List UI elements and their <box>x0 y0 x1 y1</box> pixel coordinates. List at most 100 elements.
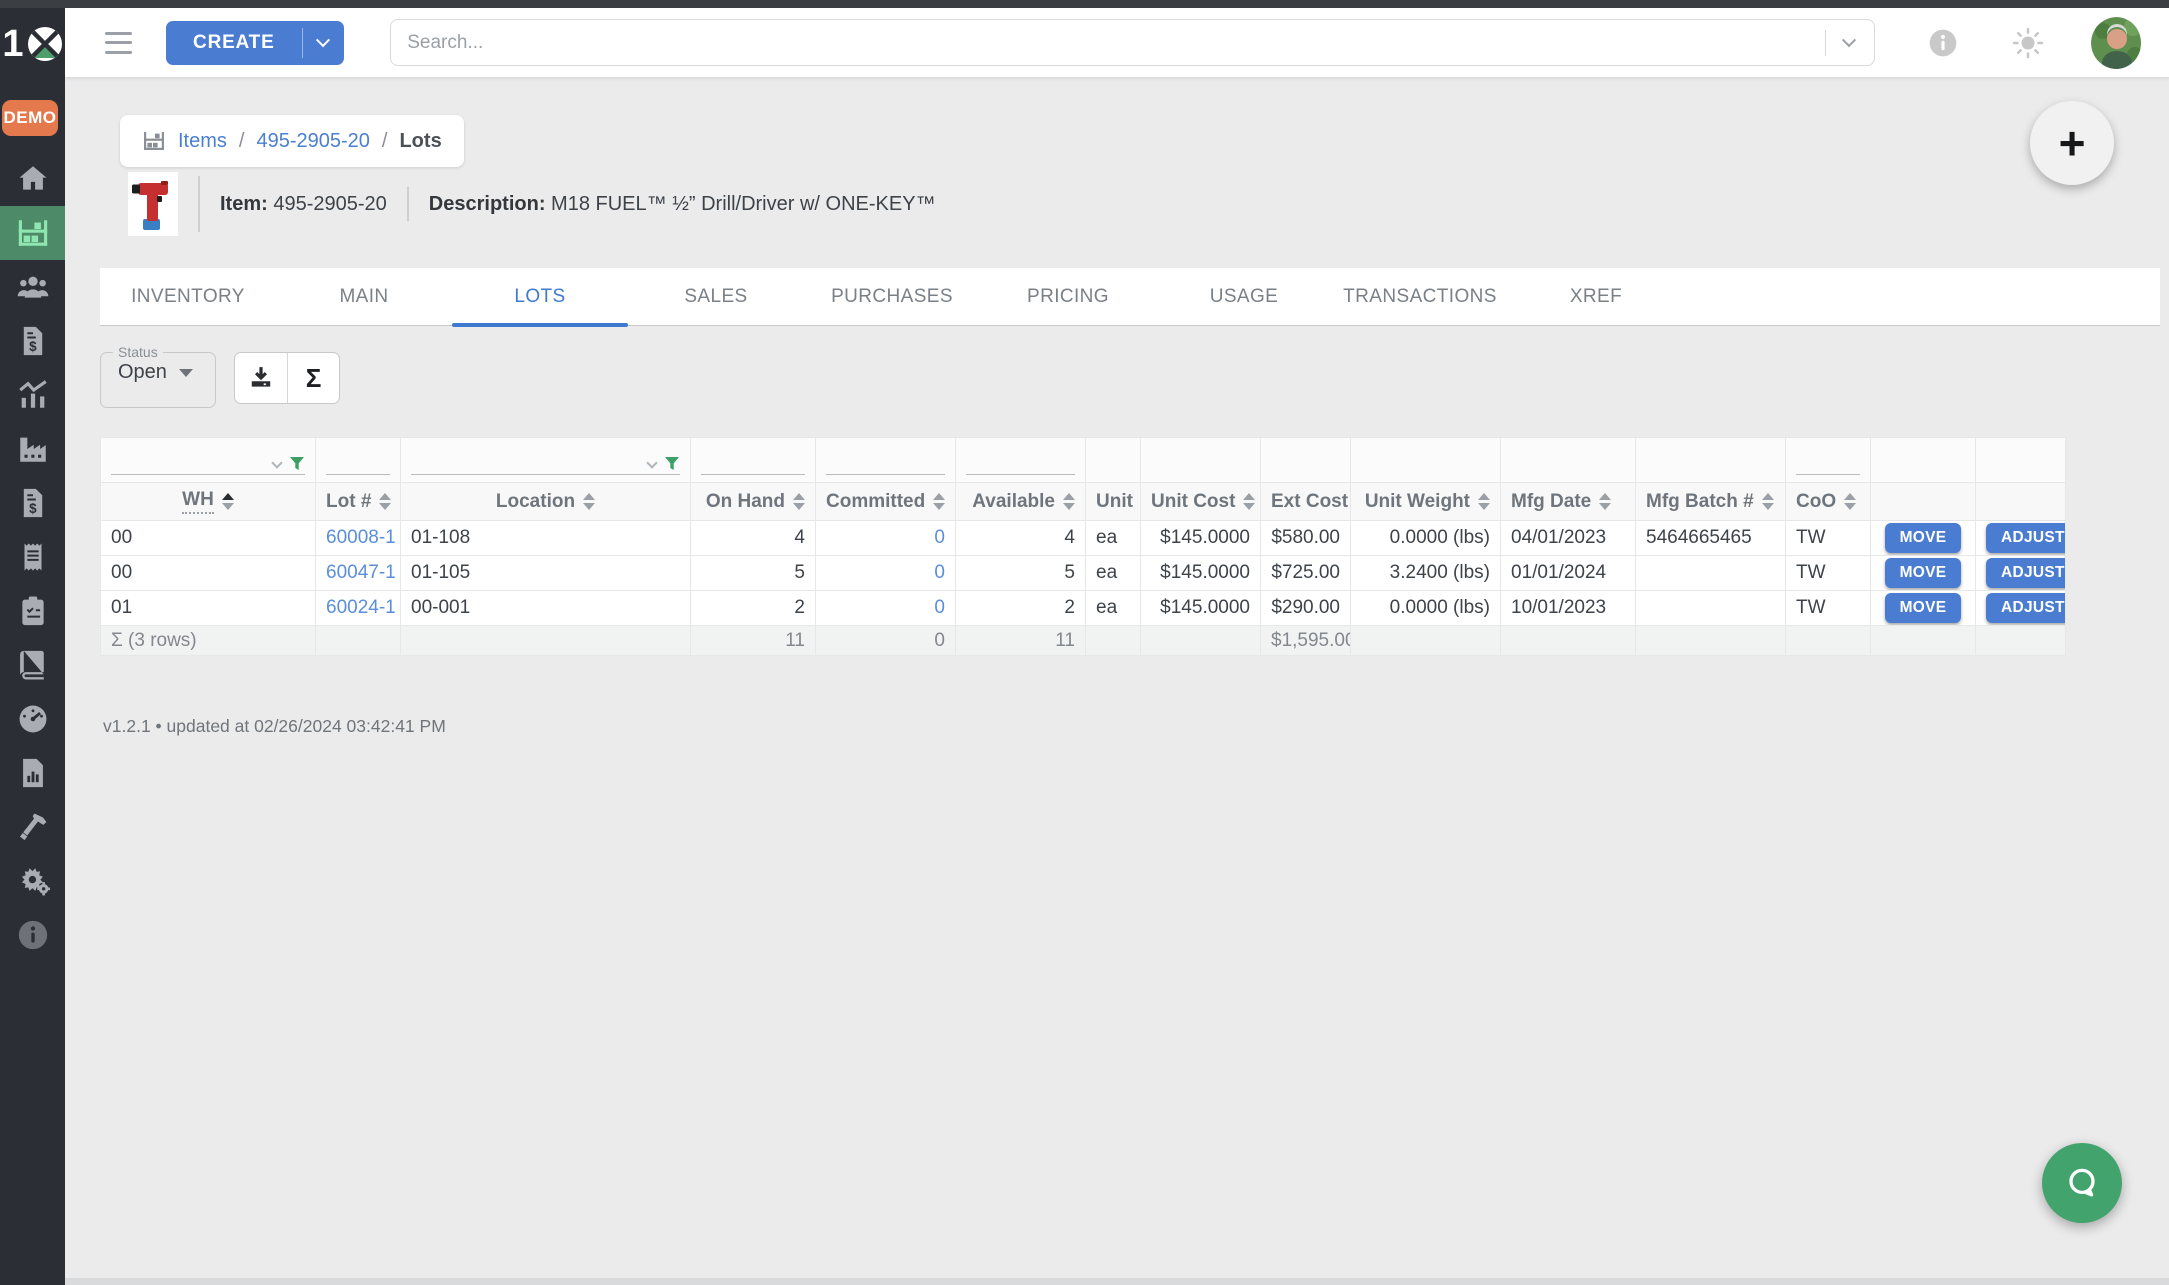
tab-lots[interactable]: LOTS <box>452 268 628 325</box>
menu-icon[interactable] <box>105 32 132 54</box>
cell-ext-cost: $580.00 <box>1261 521 1351 556</box>
col-header-wh[interactable]: WH <box>182 489 234 514</box>
col-header-mfg-batch[interactable]: Mfg Batch # <box>1646 491 1774 513</box>
status-label: Status <box>113 344 163 360</box>
theme-toggle-button[interactable] <box>2011 26 2045 60</box>
breadcrumb-item-link[interactable]: 495-2905-20 <box>256 130 369 153</box>
lot-link[interactable]: 60047-1 <box>326 562 396 583</box>
tab-inventory[interactable]: INVENTORY <box>100 268 276 325</box>
col-header-lot[interactable]: Lot # <box>326 491 391 513</box>
chevron-down-icon[interactable] <box>646 457 657 468</box>
cell-on-hand: 5 <box>691 556 816 591</box>
summary-label: Σ (3 rows) <box>101 626 316 656</box>
cell-mfg-date: 04/01/2023 <box>1501 521 1636 556</box>
product-thumbnail[interactable] <box>128 172 178 236</box>
available-filter-input[interactable] <box>966 445 1075 475</box>
tab-transactions[interactable]: TRANSACTIONS <box>1332 268 1508 325</box>
svg-text:$: $ <box>29 501 37 516</box>
sidebar-item-home[interactable] <box>0 152 65 206</box>
lots-table: WH Lot # Location On Hand Committed Avai… <box>100 437 2066 656</box>
col-header-unit-cost[interactable]: Unit Cost <box>1151 491 1255 513</box>
on-hand-filter-input[interactable] <box>701 445 805 475</box>
coo-filter-input[interactable] <box>1796 445 1860 475</box>
user-avatar[interactable] <box>2091 17 2141 69</box>
sidebar-item-settings[interactable] <box>0 854 65 908</box>
hammer-icon <box>16 810 50 844</box>
sort-icon <box>583 493 595 510</box>
sidebar-item-tools[interactable] <box>0 800 65 854</box>
lot-link[interactable]: 60008-1 <box>326 527 396 548</box>
create-button-label[interactable]: CREATE <box>166 21 302 65</box>
sum-toggle-button[interactable]: Σ <box>287 353 339 403</box>
cell-coo: TW <box>1786 521 1871 556</box>
create-button[interactable]: CREATE <box>166 21 344 65</box>
dropdown-arrow-icon <box>179 369 193 377</box>
sidebar-item-invoices[interactable]: $ <box>0 314 65 368</box>
committed-link[interactable]: 0 <box>934 597 945 618</box>
committed-filter-input[interactable] <box>826 445 945 475</box>
breadcrumb-current-page: Lots <box>399 130 441 153</box>
lot-link[interactable]: 60024-1 <box>326 597 396 618</box>
sidebar-item-ledger[interactable] <box>0 638 65 692</box>
col-header-location[interactable]: Location <box>496 491 595 513</box>
committed-link[interactable]: 0 <box>934 527 945 548</box>
item-number: 495-2905-20 <box>273 193 386 215</box>
sidebar-item-dashboard[interactable] <box>0 692 65 746</box>
lot-filter-input[interactable] <box>326 445 390 475</box>
search-dropdown-icon[interactable] <box>1842 33 1856 47</box>
cell-coo: TW <box>1786 591 1871 626</box>
cell-unit-weight: 0.0000 (lbs) <box>1351 521 1501 556</box>
cell-mfg-batch <box>1636 556 1786 591</box>
tab-xref[interactable]: XREF <box>1508 268 1684 325</box>
col-header-unit-weight[interactable]: Unit Weight <box>1365 491 1490 513</box>
col-header-committed[interactable]: Committed <box>826 491 945 513</box>
sidebar-item-about[interactable] <box>0 908 65 962</box>
wh-filter-input[interactable] <box>111 445 305 475</box>
col-header-coo[interactable]: CoO <box>1796 491 1856 513</box>
sidebar-item-contacts[interactable] <box>0 260 65 314</box>
col-header-mfg-date[interactable]: Mfg Date <box>1511 491 1611 513</box>
create-dropdown-button[interactable] <box>302 21 344 65</box>
move-button[interactable]: MOVE <box>1885 593 1962 623</box>
search-input[interactable] <box>407 32 1825 54</box>
adjust-button[interactable]: ADJUST <box>1986 593 2066 623</box>
tab-usage[interactable]: USAGE <box>1156 268 1332 325</box>
search-bar[interactable] <box>390 19 1875 66</box>
breadcrumb-items-link[interactable]: Items <box>178 130 227 153</box>
sidebar-item-tasks[interactable] <box>0 584 65 638</box>
drill-image <box>131 175 175 233</box>
sidebar-item-inventory[interactable] <box>0 206 65 260</box>
committed-link[interactable]: 0 <box>934 562 945 583</box>
filter-funnel-icon[interactable] <box>289 457 305 471</box>
tab-purchases[interactable]: PURCHASES <box>804 268 980 325</box>
item-header: Item: 495-2905-20 Description: M18 FUEL™… <box>128 172 936 236</box>
inventory-rack-icon <box>16 216 50 250</box>
adjust-button[interactable]: ADJUST <box>1986 523 2066 553</box>
add-button[interactable]: + <box>2030 101 2114 185</box>
summary-row: Σ (3 rows) 11 0 11 $1,595.00 <box>101 626 2066 656</box>
app-logo[interactable]: 1 <box>0 22 65 66</box>
chevron-down-icon[interactable] <box>271 457 282 468</box>
move-button[interactable]: MOVE <box>1885 558 1962 588</box>
location-filter-input[interactable] <box>411 445 680 475</box>
tab-main[interactable]: MAIN <box>276 268 452 325</box>
tab-sales[interactable]: SALES <box>628 268 804 325</box>
export-download-button[interactable] <box>235 353 287 403</box>
sidebar-item-sales-analytics[interactable] <box>0 368 65 422</box>
info-button[interactable] <box>1927 27 1959 59</box>
col-header-on-hand[interactable]: On Hand <box>706 491 805 513</box>
status-dropdown[interactable]: Status Open <box>100 344 216 408</box>
tab-pricing[interactable]: PRICING <box>980 268 1156 325</box>
sidebar: 1 DEMO <box>0 0 65 1285</box>
sidebar-item-manufacturing[interactable] <box>0 422 65 476</box>
chat-button[interactable] <box>2042 1143 2122 1223</box>
sidebar-item-reports[interactable] <box>0 746 65 800</box>
filter-funnel-icon[interactable] <box>664 457 680 471</box>
col-header-available[interactable]: Available <box>972 491 1075 513</box>
sidebar-item-receipts[interactable] <box>0 530 65 584</box>
factory-icon <box>16 432 50 466</box>
move-button[interactable]: MOVE <box>1885 523 1962 553</box>
adjust-button[interactable]: ADJUST <box>1986 558 2066 588</box>
sidebar-item-purchase-invoices[interactable]: $ <box>0 476 65 530</box>
tabs-bar: INVENTORY MAIN LOTS SALES PURCHASES PRIC… <box>100 268 2160 326</box>
